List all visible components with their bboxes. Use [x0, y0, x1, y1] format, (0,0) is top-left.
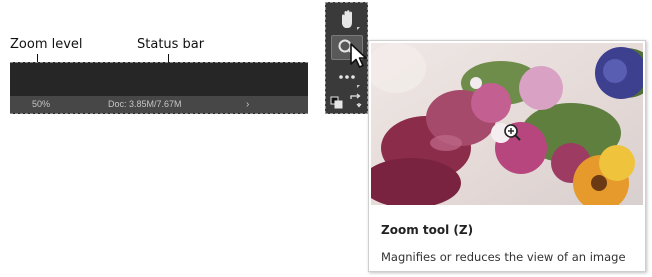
zoom-level-callout: Zoom level	[10, 37, 83, 52]
hand-tool-button[interactable]	[331, 7, 363, 32]
zoom-level-field[interactable]: 50%	[32, 96, 50, 113]
swap-colors-icon	[350, 93, 362, 108]
tooltip-description: Magnifies or reduces the view of an imag…	[381, 250, 626, 264]
swap-colors-button[interactable]	[347, 91, 365, 111]
default-colors-icon	[330, 96, 343, 109]
tooltip-preview-image	[371, 43, 643, 205]
zoom-tool-tooltip: Zoom tool (Z) Magnifies or reduces the v…	[368, 40, 646, 272]
tool-group-indicator	[357, 85, 360, 88]
tool-group-indicator	[357, 27, 360, 30]
default-colors-button[interactable]	[328, 91, 346, 111]
status-bar: 50% Doc: 3.85M/7.67M ›	[10, 96, 308, 113]
status-bar-callout: Status bar	[137, 37, 205, 52]
status-bar-expand-button[interactable]: ›	[246, 96, 249, 113]
flower-bouquet-image	[371, 43, 643, 205]
tooltip-title: Zoom tool (Z)	[381, 223, 474, 237]
canvas-area: 50% Doc: 3.85M/7.67M ›	[10, 62, 308, 114]
document-size-info: Doc: 3.85M/7.67M	[108, 99, 182, 109]
